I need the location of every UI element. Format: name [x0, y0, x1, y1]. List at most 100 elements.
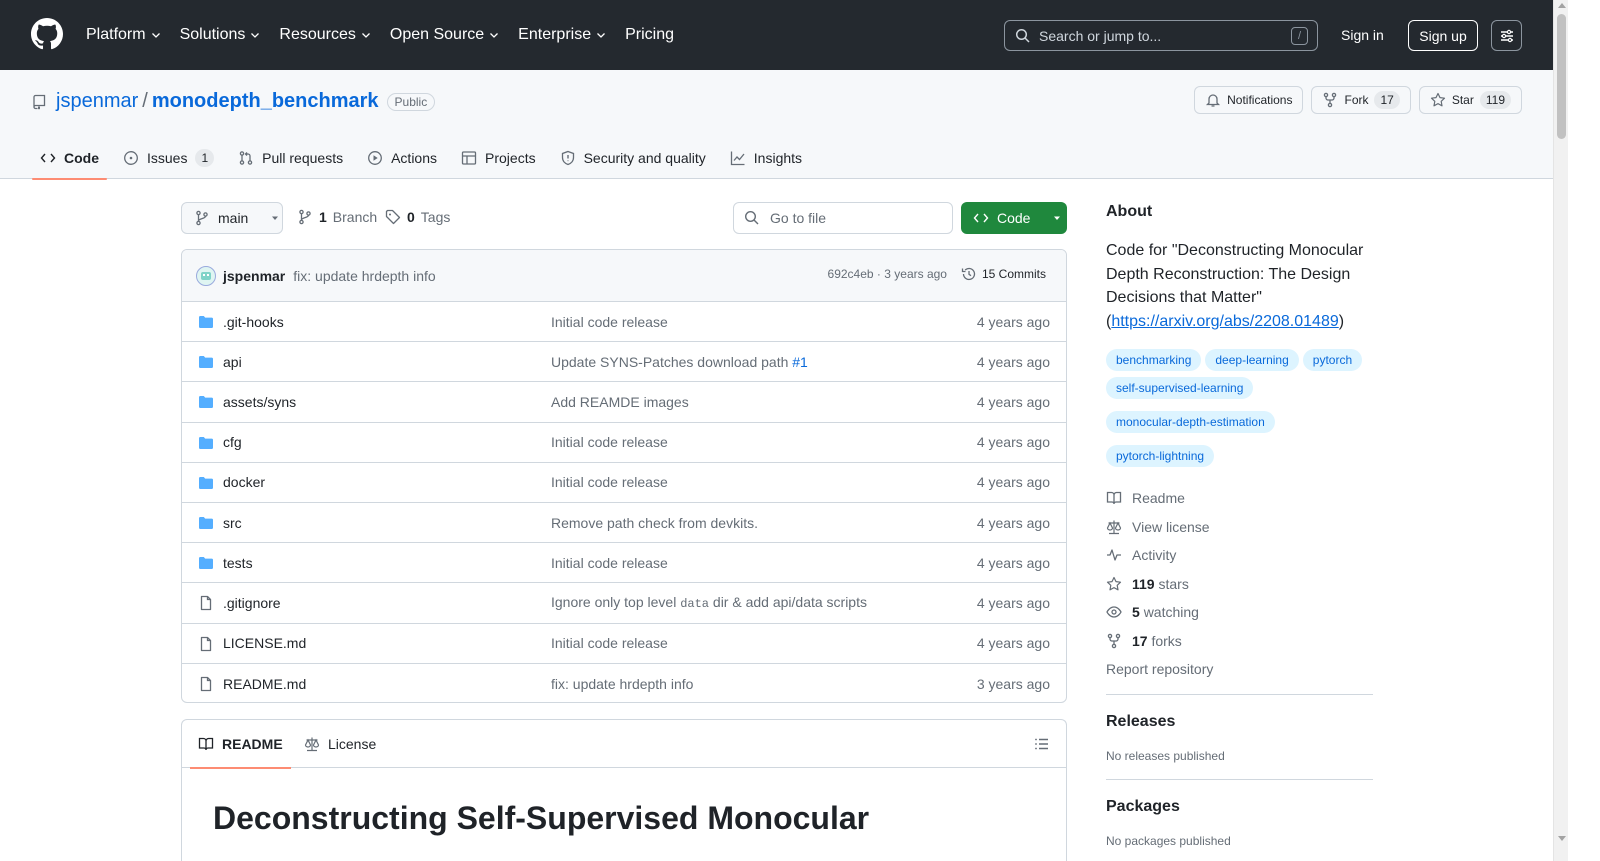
- page-scrollbar[interactable]: [1553, 0, 1568, 861]
- table-row[interactable]: README.md fix: update hrdepth info 3 years…: [182, 664, 1066, 702]
- file-name-link[interactable]: api: [223, 354, 242, 370]
- file-commit-time[interactable]: 4 years ago: [977, 515, 1050, 531]
- tab-projects[interactable]: Projects: [453, 136, 544, 179]
- file-commit-message[interactable]: Initial code release: [551, 474, 668, 490]
- watchers-link[interactable]: 5 watching: [1106, 598, 1373, 627]
- tab-actions[interactable]: Actions: [359, 136, 445, 179]
- stars-link[interactable]: 119 stars: [1106, 570, 1373, 599]
- file-commit-message[interactable]: Update SYNS-Patches download path #1: [551, 354, 808, 370]
- scrollbar-thumb[interactable]: [1557, 14, 1566, 139]
- commits-link[interactable]: 15 Commits: [961, 266, 1046, 282]
- code-dropdown-button[interactable]: Code: [961, 202, 1067, 234]
- file-name-link[interactable]: assets/syns: [223, 394, 296, 410]
- scroll-down-arrow-icon[interactable]: [1558, 836, 1566, 841]
- topic-tag[interactable]: deep-learning: [1205, 349, 1299, 371]
- report-repository-link[interactable]: Report repository: [1106, 656, 1373, 682]
- table-row[interactable]: tests Initial code release 4 years ago: [182, 543, 1066, 584]
- file-commit-time[interactable]: 4 years ago: [977, 354, 1050, 370]
- packages-title[interactable]: Packages: [1106, 798, 1373, 816]
- file-commit-time[interactable]: 3 years ago: [977, 676, 1050, 692]
- folder-icon: [198, 475, 214, 491]
- commit-author-link[interactable]: jspenmar: [223, 268, 285, 284]
- file-commit-time[interactable]: 4 years ago: [977, 314, 1050, 330]
- table-row[interactable]: .git-hooks Initial code release 4 years ag…: [182, 302, 1066, 343]
- notifications-button[interactable]: Notifications: [1194, 86, 1304, 114]
- repo-name-link[interactable]: monodepth_benchmark: [152, 90, 379, 113]
- commit-hash-time[interactable]: 692c4eb · 3 years ago: [828, 267, 947, 281]
- commit-message-link[interactable]: fix: update hrdepth info: [293, 268, 435, 284]
- go-to-file-input[interactable]: Go to file: [733, 202, 953, 234]
- list-icon[interactable]: [1034, 736, 1050, 752]
- avatar[interactable]: [196, 265, 216, 286]
- nav-open-source[interactable]: Open Source: [390, 22, 500, 48]
- file-commit-time[interactable]: 4 years ago: [977, 635, 1050, 651]
- fork-button[interactable]: Fork 17: [1311, 86, 1411, 114]
- topic-tag[interactable]: self-supervised-learning: [1106, 377, 1254, 399]
- forks-link[interactable]: 17 forks: [1106, 627, 1373, 656]
- file-name-link[interactable]: src: [223, 515, 242, 531]
- file-commit-message[interactable]: Initial code release: [551, 434, 668, 450]
- tags-link[interactable]: 0 Tags: [385, 209, 450, 225]
- nav-enterprise[interactable]: Enterprise: [518, 22, 607, 48]
- file-name-link[interactable]: .git-hooks: [223, 314, 284, 330]
- paper-link[interactable]: https://arxiv.org/abs/2208.01489: [1111, 313, 1338, 330]
- issue-link[interactable]: #1: [792, 354, 808, 370]
- file-commit-message[interactable]: fix: update hrdepth info: [551, 676, 693, 692]
- nav-resources[interactable]: Resources: [279, 22, 371, 48]
- topic-tag[interactable]: monocular-depth-estimation: [1106, 411, 1275, 433]
- file-name-link[interactable]: tests: [223, 555, 253, 571]
- file-commit-message[interactable]: Initial code release: [551, 555, 668, 571]
- file-commit-message[interactable]: Remove path check from devkits.: [551, 515, 758, 531]
- readme-link[interactable]: Readme: [1106, 484, 1373, 513]
- file-name-link[interactable]: cfg: [223, 434, 242, 450]
- table-row[interactable]: cfg Initial code release 4 years ago: [182, 423, 1066, 463]
- tab-license[interactable]: License: [304, 720, 376, 768]
- topic-tag[interactable]: benchmarking: [1106, 349, 1202, 371]
- file-name-link[interactable]: LICENSE.md: [223, 635, 306, 651]
- file-commit-message[interactable]: Ignore only top level data dir & add api…: [551, 594, 867, 611]
- sign-in-link[interactable]: Sign in: [1341, 27, 1384, 43]
- file-commit-message[interactable]: Initial code release: [551, 635, 668, 651]
- sign-up-button[interactable]: Sign up: [1408, 20, 1478, 51]
- menu-icon[interactable]: [1491, 20, 1522, 51]
- tab-pull-requests[interactable]: Pull requests: [230, 136, 351, 179]
- file-commit-time[interactable]: 4 years ago: [977, 394, 1050, 410]
- global-search-input[interactable]: Search or jump to... /: [1004, 20, 1318, 51]
- activity-link[interactable]: Activity: [1106, 541, 1373, 570]
- releases-title[interactable]: Releases: [1106, 713, 1373, 731]
- file-name-link[interactable]: .gitignore: [223, 595, 281, 611]
- branch-selector[interactable]: main: [181, 202, 283, 234]
- table-row[interactable]: assets/syns Add REAMDE images 4 years ago: [182, 382, 1066, 423]
- tab-security[interactable]: Security and quality: [552, 136, 714, 179]
- file-name-link[interactable]: README.md: [223, 676, 306, 692]
- file-commit-time[interactable]: 4 years ago: [977, 474, 1050, 490]
- tab-readme[interactable]: README: [190, 720, 291, 769]
- table-row[interactable]: docker Initial code release 4 years ago: [182, 463, 1066, 503]
- topic-tag[interactable]: pytorch: [1302, 349, 1363, 371]
- file-commit-time[interactable]: 4 years ago: [977, 555, 1050, 571]
- github-logo-icon[interactable]: [31, 18, 63, 50]
- repo-owner-link[interactable]: jspenmar: [56, 90, 138, 113]
- table-row[interactable]: api Update SYNS-Patches download path #1 4…: [182, 342, 1066, 383]
- nav-platform[interactable]: Platform: [86, 22, 162, 48]
- nav-solutions[interactable]: Solutions: [180, 22, 262, 48]
- file-name-link[interactable]: docker: [223, 474, 265, 490]
- license-link[interactable]: View license: [1106, 513, 1373, 542]
- table-row[interactable]: LICENSE.md Initial code release 4 years ag…: [182, 624, 1066, 664]
- topic-tag[interactable]: pytorch-lightning: [1106, 445, 1215, 467]
- file-commit-time[interactable]: 4 years ago: [977, 434, 1050, 450]
- file-commit-time[interactable]: 4 years ago: [977, 595, 1050, 611]
- tab-insights[interactable]: Insights: [722, 136, 810, 179]
- file-commit-message[interactable]: Add REAMDE images: [551, 394, 689, 410]
- pull-request-icon: [239, 150, 253, 165]
- file-commit-message[interactable]: Initial code release: [551, 314, 668, 330]
- scroll-up-arrow-icon[interactable]: [1558, 3, 1566, 8]
- branches-link[interactable]: 1 Branch: [297, 209, 377, 225]
- table-row[interactable]: src Remove path check from devkits. 4 year…: [182, 503, 1066, 544]
- tab-code[interactable]: Code: [32, 136, 107, 180]
- star-button[interactable]: Star 119: [1418, 86, 1522, 114]
- nav-enterprise-label: Enterprise: [518, 26, 592, 43]
- tab-issues[interactable]: Issues 1: [115, 136, 222, 179]
- nav-pricing[interactable]: Pricing: [625, 22, 674, 48]
- table-row[interactable]: .gitignore Ignore only top level data dir…: [182, 583, 1066, 624]
